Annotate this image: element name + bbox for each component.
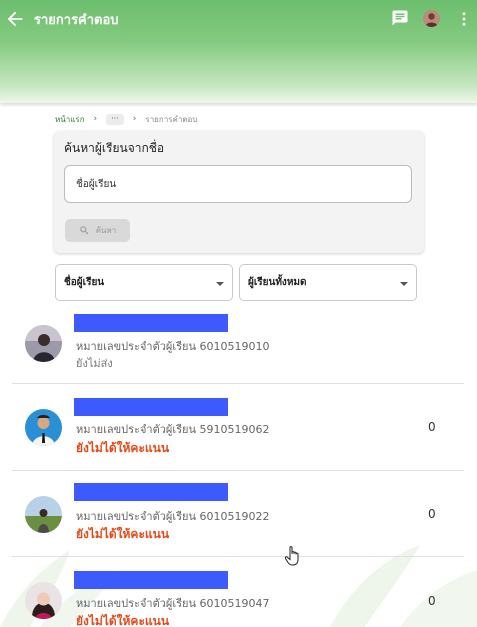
student-id: หมายเลขประจำตัวผู้เรียน 6010519022 xyxy=(76,510,270,523)
dropdown-caret-icon xyxy=(400,282,408,286)
app-header: รายการคำตอบ xyxy=(0,0,477,103)
student-group-value: ผู้เรียนทั้งหมด xyxy=(248,277,307,288)
student-name-redacted[interactable] xyxy=(74,571,228,589)
search-card: ค้นหาผู้เรียนจากชื่อ ค้นหา xyxy=(54,131,424,253)
chevron-right-icon: › xyxy=(93,114,98,124)
breadcrumb-home-link[interactable]: หน้าแรก xyxy=(55,113,85,126)
hand-cursor-icon xyxy=(284,546,299,566)
leaf-background-decoration xyxy=(0,545,477,627)
user-avatar[interactable] xyxy=(423,10,440,27)
row-divider xyxy=(12,383,464,384)
student-avatar xyxy=(25,409,62,446)
student-id: หมายเลขประจำตัวผู้เรียน 5910519062 xyxy=(76,423,270,436)
search-button[interactable]: ค้นหา xyxy=(65,219,130,242)
student-avatar xyxy=(25,325,62,362)
student-status: ยังไม่ได้ให้คะแนน xyxy=(76,441,170,455)
student-avatar xyxy=(25,582,62,619)
row-divider xyxy=(12,470,464,471)
student-status: ยังไม่ส่ง xyxy=(76,357,113,370)
student-status: ยังไม่ได้ให้คะแนน xyxy=(76,527,170,541)
row-divider xyxy=(12,556,464,557)
sort-by-select[interactable]: ชื่อผู้เรียน xyxy=(55,264,233,301)
student-score: 0 xyxy=(428,594,436,608)
breadcrumb-current: รายการคำตอบ xyxy=(145,114,198,124)
student-name-redacted[interactable] xyxy=(74,483,228,501)
chevron-right-icon: › xyxy=(132,114,137,124)
page-title: รายการคำตอบ xyxy=(34,13,119,28)
search-button-label: ค้นหา xyxy=(95,226,117,235)
student-status: ยังไม่ได้ให้คะแนน xyxy=(76,614,170,627)
dropdown-caret-icon xyxy=(216,282,224,286)
breadcrumb: หน้าแรก › ··· › รายการคำตอบ xyxy=(55,112,197,126)
student-name-search-input[interactable] xyxy=(64,165,412,203)
search-card-title: ค้นหาผู้เรียนจากชื่อ xyxy=(64,141,165,155)
student-score: 0 xyxy=(428,420,436,434)
student-name-redacted[interactable] xyxy=(74,314,228,332)
more-vert-icon[interactable] xyxy=(455,9,473,29)
breadcrumb-more-button[interactable]: ··· xyxy=(106,113,124,125)
sort-by-value: ชื่อผู้เรียน xyxy=(64,277,105,288)
student-id: หมายเลขประจำตัวผู้เรียน 6010519010 xyxy=(76,340,270,353)
search-icon xyxy=(80,226,89,235)
top-app-bar: รายการคำตอบ xyxy=(0,0,477,38)
student-avatar xyxy=(25,496,62,533)
student-id: หมายเลขประจำตัวผู้เรียน 6010519047 xyxy=(76,597,270,610)
chat-icon[interactable] xyxy=(391,9,409,27)
student-group-select[interactable]: ผู้เรียนทั้งหมด xyxy=(239,264,417,301)
student-score: 0 xyxy=(428,507,436,521)
back-arrow-icon[interactable] xyxy=(4,8,26,30)
student-name-redacted[interactable] xyxy=(74,398,228,416)
